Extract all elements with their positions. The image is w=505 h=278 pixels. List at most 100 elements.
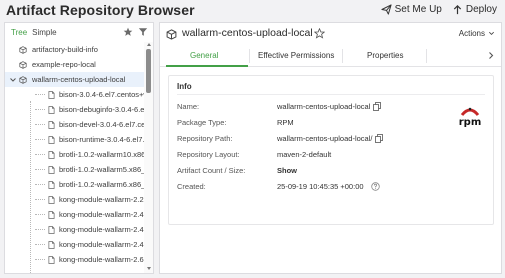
file-icon [48, 255, 55, 264]
tab-effective-permissions[interactable]: Effective Permissions [258, 51, 334, 60]
tree-item-label: kong-module-wallarm-2.4.1-1 [59, 240, 145, 249]
info-heading: Info [177, 82, 192, 91]
tab-divider [249, 49, 250, 63]
actions-menu-button[interactable]: Actions [459, 29, 495, 38]
tree-item-file[interactable]: kong-module-wallarm-2.4.1-1 [5, 237, 145, 252]
page-title: Artifact Repository Browser [6, 2, 195, 18]
tree-item-label: brotli-1.0.2-wallarm10.x86_64.rpm [59, 150, 145, 159]
tree-item-label: brotli-1.0.2-wallarm5.x86_64.rpm [59, 165, 145, 174]
info-key: Name: [177, 102, 200, 111]
rpm-logo: rpm [459, 107, 482, 128]
tab-divider [342, 49, 343, 63]
info-row-artifact-count: Artifact Count / Size: Show [177, 166, 487, 178]
details-header: wallarm-centos-upload-local Actions [160, 23, 501, 45]
chevron-down-icon[interactable] [9, 76, 17, 84]
info-row-repository-layout: Repository Layout: maven-2-default [177, 150, 487, 162]
top-bar: Artifact Repository Browser Set Me Up De… [0, 0, 505, 22]
info-value: 25-09-19 10:45:35 +00:00 [277, 182, 380, 191]
tree-item-repo[interactable]: example-repo-local [5, 57, 145, 72]
file-icon [48, 195, 55, 204]
tree-item-file[interactable]: kong-module-wallarm-2.2.19 [5, 192, 145, 207]
tree-item-file[interactable]: bison-devel-3.0.4-6.el7.centos [5, 117, 145, 132]
tree-item-file[interactable]: brotli-1.0.2-wallarm10.x86_64.rpm [5, 147, 145, 162]
package-icon [19, 75, 27, 84]
tree-item-label: kong-module-wallarm-2.2.19 [59, 195, 145, 204]
tree-connector [35, 214, 45, 215]
file-icon [48, 150, 55, 159]
tree-item-label: kong-module-wallarm-2.4.1-1 [59, 225, 145, 234]
upload-icon [453, 4, 461, 15]
tree-item-label: artifactory-build-info [32, 45, 98, 54]
file-icon [48, 120, 55, 129]
scroll-down-arrow-icon[interactable] [147, 267, 151, 270]
copy-icon[interactable] [375, 134, 384, 143]
tree-connector [35, 184, 45, 185]
chevron-right-icon[interactable] [487, 51, 495, 60]
chevron-down-icon [489, 31, 494, 35]
rpm-logo-text: rpm [459, 117, 482, 128]
file-icon [48, 240, 55, 249]
info-row-created: Created: 25-09-19 10:45:35 +00:00 [177, 182, 487, 194]
info-section: Info Name: wallarm-centos-upload-local P… [168, 75, 494, 225]
info-key: Artifact Count / Size: [177, 166, 246, 175]
file-icon [48, 210, 55, 219]
tree-connector [35, 169, 45, 170]
repository-title: wallarm-centos-upload-local [182, 27, 313, 39]
tree-panel: Tree Simple artifactory-build-info examp… [4, 22, 154, 274]
tree-item-file[interactable]: brotli-1.0.2-wallarm5.x86_64.rpm [5, 162, 145, 177]
actions-label: Actions [458, 29, 485, 38]
tree-connector [35, 109, 45, 110]
tree-item-repo-selected[interactable]: wallarm-centos-upload-local [5, 72, 145, 87]
deploy-button[interactable]: Deploy [452, 4, 497, 15]
tree-connector [35, 94, 45, 95]
tree-item-file[interactable]: kong-module-wallarm-2.4.1-1 [5, 222, 145, 237]
copy-icon[interactable] [373, 102, 382, 111]
tab-properties[interactable]: Properties [367, 51, 403, 60]
info-value: RPM [277, 118, 294, 127]
info-divider [177, 94, 485, 95]
show-count-link[interactable]: Show [277, 166, 297, 175]
star-outline-icon[interactable] [314, 28, 325, 39]
set-me-up-button[interactable]: Set Me Up [381, 4, 442, 15]
tree-connector [35, 244, 45, 245]
tree-connector [35, 154, 45, 155]
tree-item-label: brotli-1.0.2-wallarm6.x86_64.rpm [59, 180, 145, 189]
filter-icon[interactable] [138, 27, 148, 37]
info-row-repository-path: Repository Path: wallarm-centos-upload-l… [177, 134, 487, 146]
tab-tree[interactable]: Tree [11, 28, 27, 37]
info-key: Package Type: [177, 118, 227, 127]
tab-general[interactable]: General [190, 51, 218, 60]
tree-item-file[interactable]: bison-3.0.4-6.el7.centos+wallarm [5, 87, 145, 102]
info-value: wallarm-centos-upload-local/ [277, 134, 384, 143]
tree-item-file[interactable]: kong-module-wallarm-2.4.1-1 [5, 207, 145, 222]
info-value: maven-2-default [277, 150, 332, 159]
scroll-up-arrow-icon[interactable] [147, 43, 151, 46]
created-value: 25-09-19 10:45:35 +00:00 [277, 182, 364, 191]
package-icon [19, 45, 27, 54]
tree-item-file[interactable]: bison-runtime-3.0.4-6.el7.centos [5, 132, 145, 147]
details-panel: wallarm-centos-upload-local Actions Gene… [159, 22, 502, 274]
tree-item-file[interactable]: bison-debuginfo-3.0.4-6.el7.centos [5, 102, 145, 117]
file-icon [48, 90, 55, 99]
tree-item-label: bison-devel-3.0.4-6.el7.centos [59, 120, 145, 129]
star-icon[interactable] [123, 27, 133, 37]
details-tabs: General Effective Permissions Properties [160, 45, 501, 67]
scrollbar-thumb[interactable] [146, 49, 151, 93]
tree-connector [35, 124, 45, 125]
name-value: wallarm-centos-upload-local [277, 102, 371, 111]
tree-panel-header: Tree Simple [5, 23, 153, 42]
repository-tree: artifactory-build-info example-repo-loca… [5, 42, 145, 267]
tree-item-label: kong-module-wallarm-2.6.2-1 [59, 255, 145, 264]
paper-plane-icon [381, 4, 392, 15]
tree-item-file[interactable]: brotli-1.0.2-wallarm6.x86_64.rpm [5, 177, 145, 192]
file-icon [48, 165, 55, 174]
tree-connector [35, 139, 45, 140]
file-icon [48, 135, 55, 144]
tab-simple[interactable]: Simple [32, 28, 56, 37]
package-icon [19, 60, 27, 69]
tree-item-label: example-repo-local [32, 60, 96, 69]
tree-item-file[interactable]: kong-module-wallarm-2.6.2-1 [5, 252, 145, 267]
help-icon[interactable] [370, 182, 380, 191]
tree-item-label: bison-runtime-3.0.4-6.el7.centos [59, 135, 145, 144]
tree-item-repo[interactable]: artifactory-build-info [5, 42, 145, 57]
